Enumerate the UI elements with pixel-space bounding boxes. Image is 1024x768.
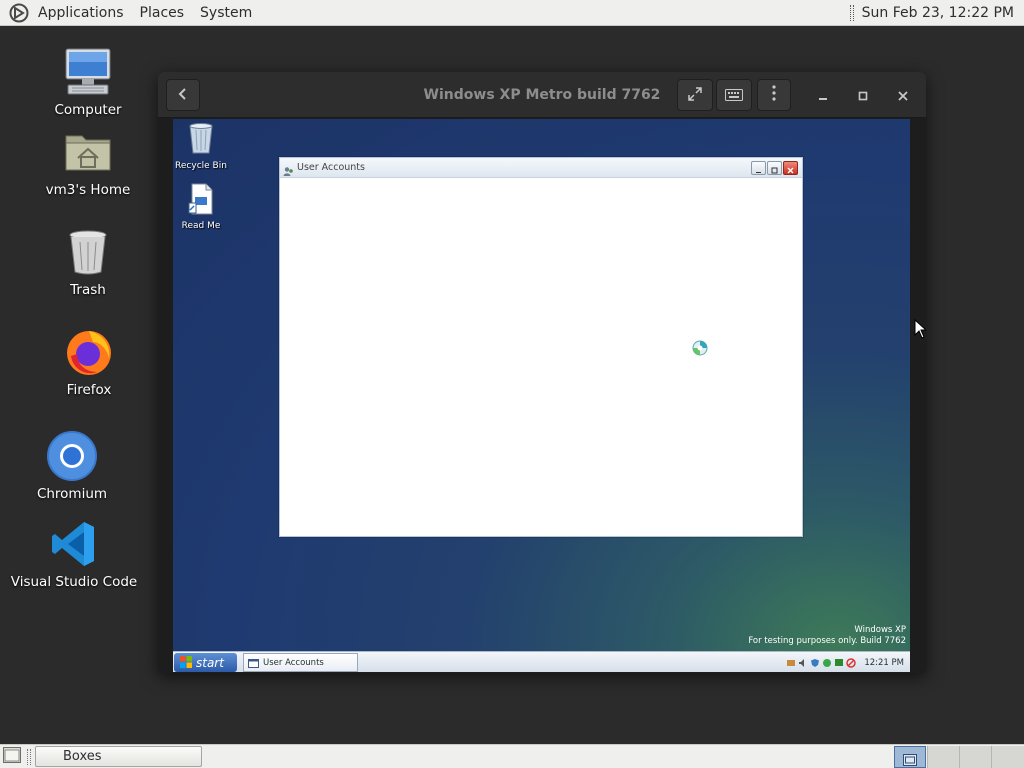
chromium-icon bbox=[46, 430, 98, 482]
show-desktop-button[interactable] bbox=[2, 747, 22, 767]
user-accounts-icon bbox=[283, 162, 294, 181]
show-desktop-icon bbox=[3, 747, 21, 767]
close-button[interactable] bbox=[892, 84, 914, 106]
maximize-icon bbox=[858, 86, 868, 105]
menu-bar: Applications Places System bbox=[0, 0, 260, 26]
workspace-3[interactable] bbox=[959, 746, 991, 768]
desktop-icon-home[interactable]: vm3's Home bbox=[28, 126, 148, 198]
boxes-header-bar: Windows XP Metro build 7762 bbox=[158, 72, 926, 118]
xp-taskbar: start User Accounts 12:21 PM bbox=[173, 651, 910, 672]
vm-desktop-icon-read-me[interactable]: Read Me bbox=[173, 183, 231, 231]
firefox-icon bbox=[63, 326, 115, 378]
tray-alert-icon[interactable] bbox=[846, 653, 857, 672]
computer-icon bbox=[62, 46, 114, 98]
user-accounts-window: User Accounts bbox=[279, 157, 803, 537]
tray-network-icon[interactable] bbox=[786, 653, 796, 672]
desktop-icon-label: Visual Studio Code bbox=[10, 574, 138, 590]
user-accounts-titlebar[interactable]: User Accounts bbox=[280, 158, 802, 178]
desktop-icon-label: Chromium bbox=[36, 486, 108, 502]
bottom-panel: Boxes bbox=[0, 744, 1024, 768]
window-title: Windows XP Metro build 7762 bbox=[423, 87, 661, 103]
fullscreen-icon bbox=[688, 86, 702, 105]
maximize-icon bbox=[771, 159, 778, 178]
loading-spinner-icon bbox=[692, 340, 708, 360]
desktop-icon-computer[interactable]: Computer bbox=[28, 46, 148, 118]
read-me-icon bbox=[186, 183, 216, 219]
xp-brand-line2: For testing purposes only. Build 7762 bbox=[748, 636, 906, 646]
boxes-window: Windows XP Metro build 7762 Recycle Bin … bbox=[158, 72, 926, 673]
top-panel: Applications Places System Sun Feb 23, 1… bbox=[0, 0, 1024, 26]
panel-handle[interactable] bbox=[849, 5, 854, 21]
vm-desktop-icon-label: Recycle Bin bbox=[175, 161, 227, 171]
workspace-1[interactable] bbox=[894, 746, 926, 768]
taskbar-item-label: Boxes bbox=[63, 749, 102, 764]
menu-system[interactable]: System bbox=[192, 0, 260, 26]
ua-close-button[interactable] bbox=[783, 161, 798, 175]
xp-tray-clock[interactable]: 12:21 PM bbox=[864, 658, 904, 668]
desktop-icon-label: Trash bbox=[70, 282, 106, 298]
xp-build-watermark: Windows XP For testing purposes only. Bu… bbox=[748, 625, 906, 647]
ua-minimize-button[interactable] bbox=[751, 161, 766, 175]
xp-system-tray: 12:21 PM bbox=[786, 654, 904, 671]
desktop-icon-label: Computer bbox=[54, 102, 122, 118]
tray-update-icon[interactable] bbox=[822, 653, 832, 672]
home-folder-icon bbox=[62, 126, 114, 178]
xp-start-label: start bbox=[196, 655, 224, 670]
vm-desktop-icon-label: Read Me bbox=[181, 221, 221, 231]
xp-start-button[interactable]: start bbox=[174, 653, 237, 672]
back-button[interactable] bbox=[166, 79, 200, 111]
mouse-cursor-icon bbox=[914, 318, 928, 343]
minimize-icon bbox=[755, 159, 762, 178]
window-icon bbox=[248, 653, 259, 672]
desktop-icon-vscode[interactable]: Visual Studio Code bbox=[10, 518, 138, 590]
vm-display[interactable]: Recycle Bin Read Me User Accounts Window… bbox=[173, 119, 910, 672]
close-icon bbox=[898, 86, 908, 105]
clock-area: Sun Feb 23, 12:22 PM bbox=[849, 0, 1014, 26]
xp-brand-line1: Windows XP bbox=[854, 625, 906, 635]
minimize-icon bbox=[818, 86, 828, 105]
keyboard-button[interactable] bbox=[716, 79, 752, 111]
taskbar-item-boxes[interactable]: Boxes bbox=[35, 746, 202, 767]
keyboard-icon bbox=[725, 86, 743, 105]
menu-applications[interactable]: Applications bbox=[30, 0, 132, 26]
kebab-menu-icon bbox=[772, 85, 776, 105]
windows-flag-icon bbox=[180, 653, 192, 672]
ua-maximize-button[interactable] bbox=[767, 161, 782, 175]
tray-monitor-icon[interactable] bbox=[834, 653, 844, 672]
workspace-2[interactable] bbox=[927, 746, 959, 768]
menu-button[interactable] bbox=[757, 79, 791, 111]
desktop-icon-chromium[interactable]: Chromium bbox=[12, 430, 132, 502]
tray-security-icon[interactable] bbox=[810, 653, 820, 672]
panel-clock[interactable]: Sun Feb 23, 12:22 PM bbox=[862, 5, 1014, 21]
menu-places[interactable]: Places bbox=[132, 0, 193, 26]
vm-desktop-icon-recycle-bin[interactable]: Recycle Bin bbox=[173, 121, 231, 171]
close-icon bbox=[787, 159, 794, 178]
workspace-4[interactable] bbox=[991, 746, 1024, 768]
vscode-icon bbox=[48, 518, 100, 570]
fullscreen-button[interactable] bbox=[677, 79, 713, 111]
minimize-button[interactable] bbox=[812, 84, 834, 106]
panel-handle[interactable] bbox=[27, 749, 31, 765]
workspace-window-icon bbox=[903, 751, 917, 768]
xp-taskbar-item-user-accounts[interactable]: User Accounts bbox=[243, 653, 358, 672]
desktop-icon-label: Firefox bbox=[66, 382, 112, 398]
xp-task-label: User Accounts bbox=[263, 657, 324, 668]
maximize-button[interactable] bbox=[852, 84, 874, 106]
mate-logo-icon[interactable] bbox=[8, 2, 30, 24]
recycle-bin-icon bbox=[186, 121, 216, 159]
desktop-icon-firefox[interactable]: Firefox bbox=[29, 326, 149, 398]
user-accounts-title: User Accounts bbox=[297, 162, 365, 173]
tray-volume-icon[interactable] bbox=[798, 653, 808, 672]
chevron-left-icon bbox=[177, 86, 189, 105]
desktop-icon-label: vm3's Home bbox=[45, 182, 131, 198]
desktop-icon-trash[interactable]: Trash bbox=[28, 226, 148, 298]
trash-icon bbox=[62, 226, 114, 278]
